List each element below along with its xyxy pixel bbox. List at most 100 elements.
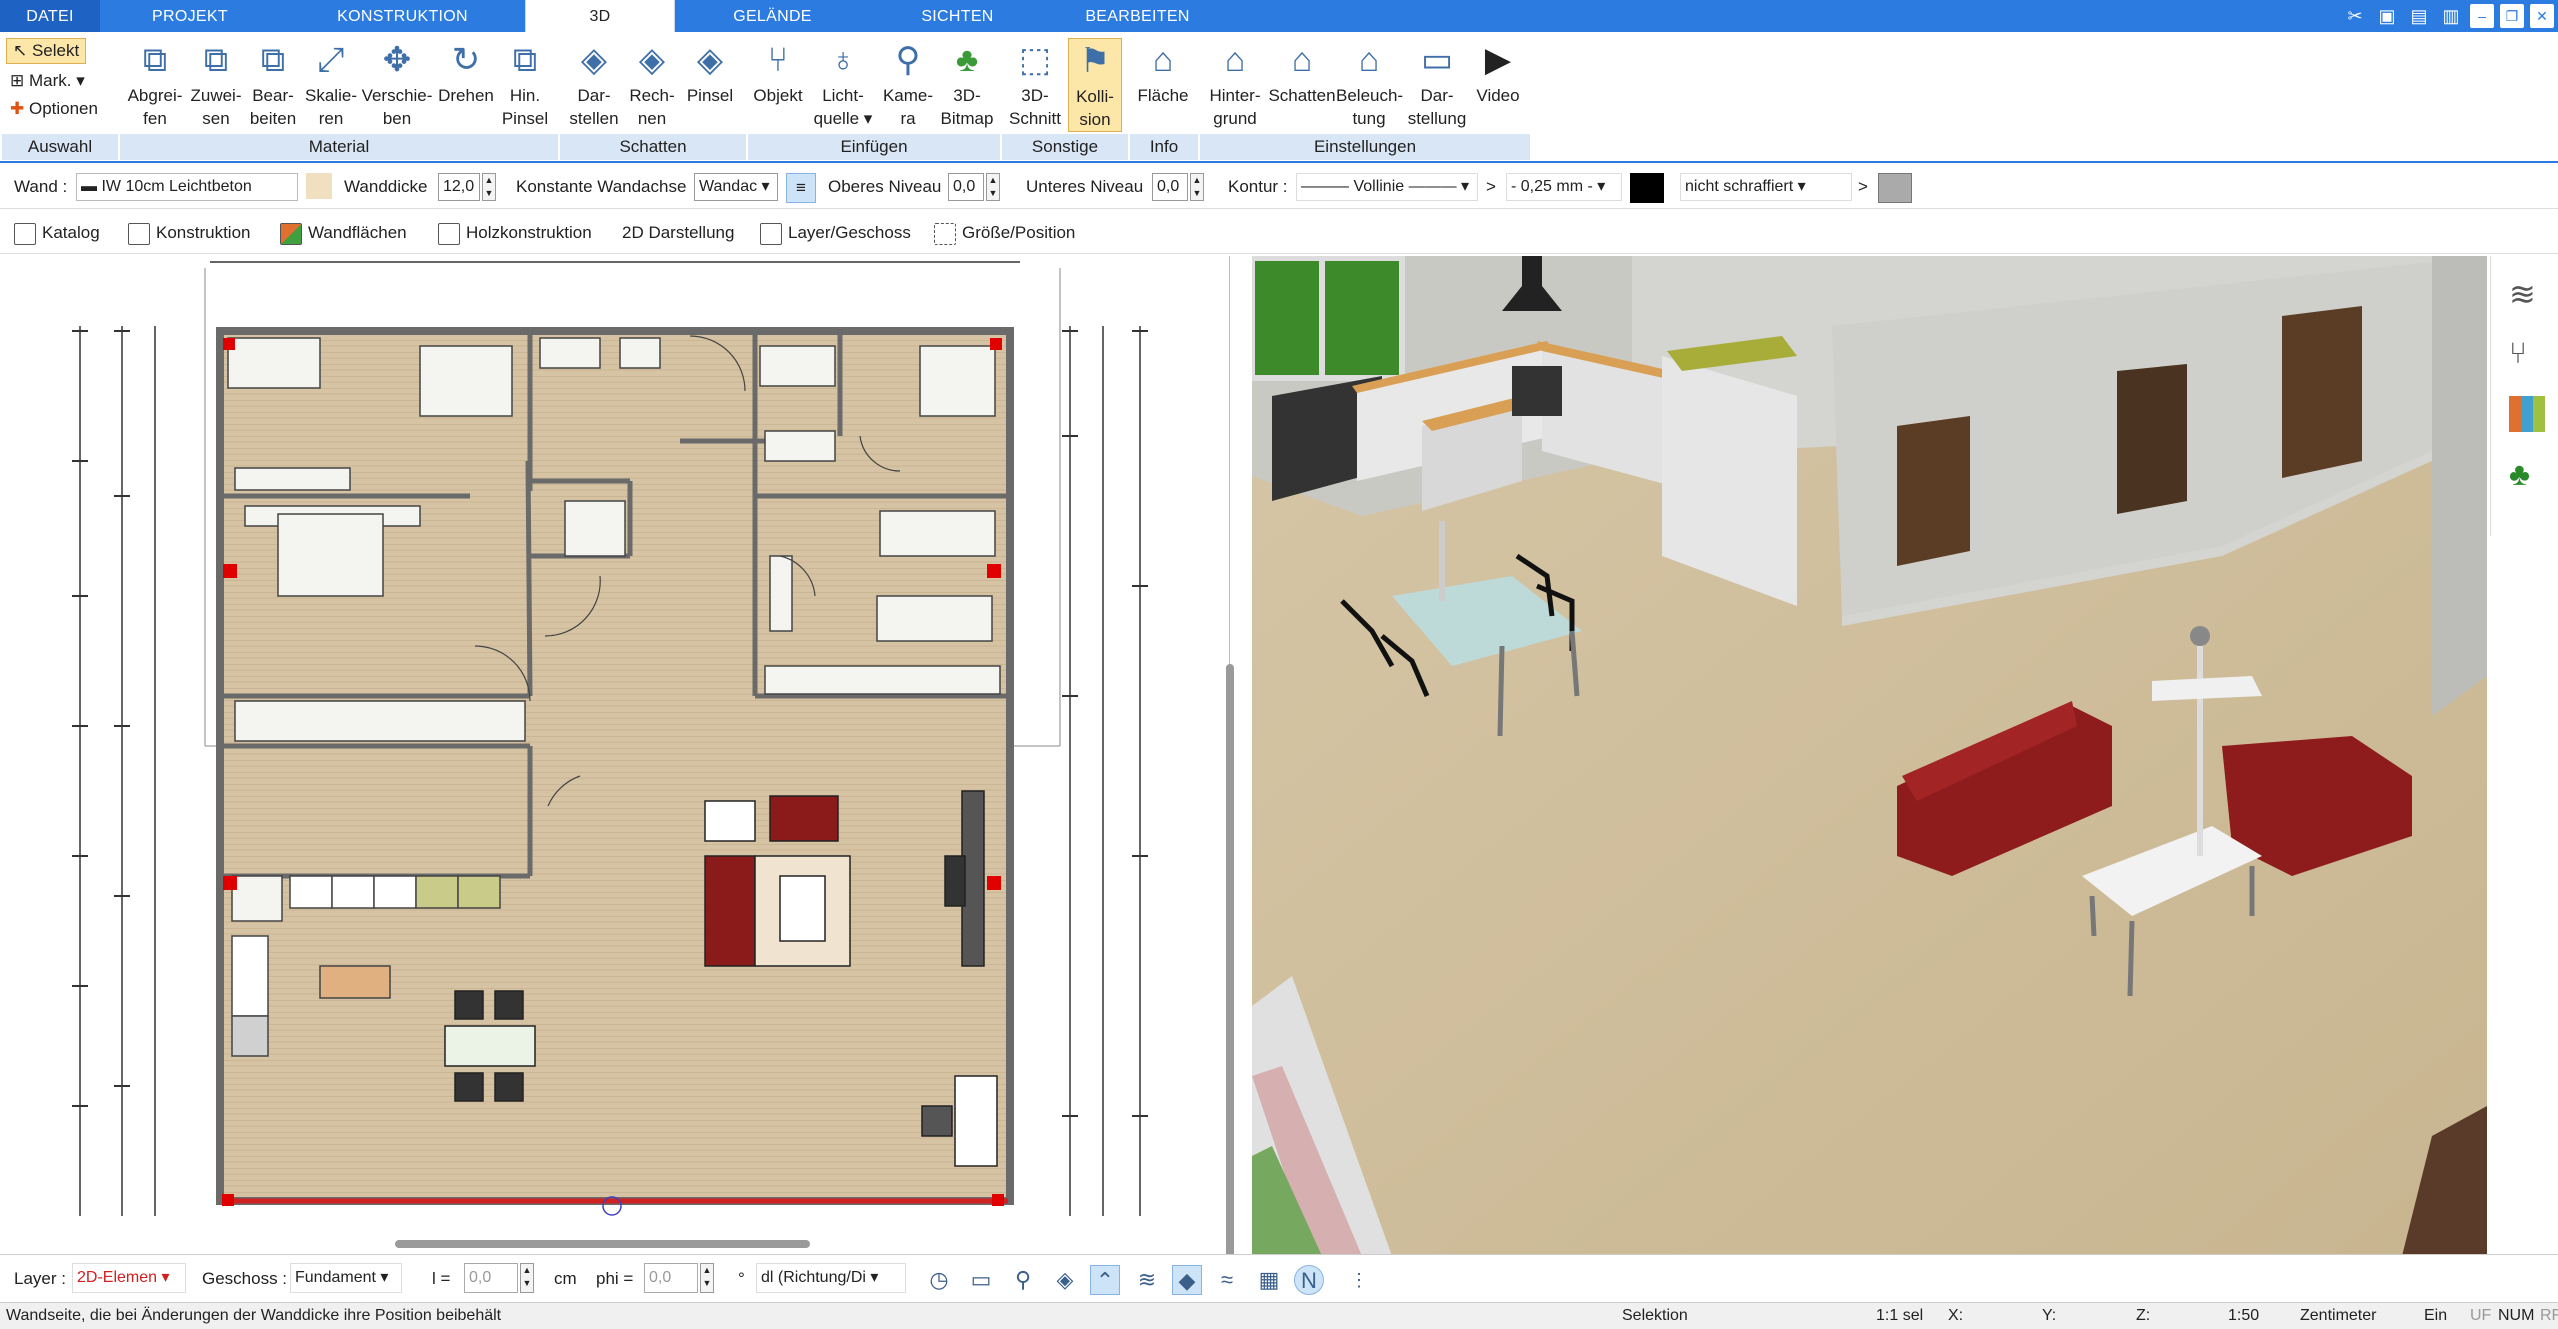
floor-plan-view[interactable]: [0, 256, 1234, 1294]
selekt-button[interactable]: ↖ Selekt: [6, 38, 86, 64]
lichtquelle-button[interactable]: ♁ Licht-quelle ▾: [806, 38, 880, 130]
tab-datei[interactable]: DATEI: [0, 0, 100, 32]
minimize-button[interactable]: –: [2470, 4, 2494, 28]
gt-arrow[interactable]: >: [1486, 177, 1496, 197]
beleuchtung-button[interactable]: ⌂ Beleuch-tung: [1336, 38, 1403, 130]
tools-icon[interactable]: ✂: [2343, 4, 2367, 28]
save-icon[interactable]: ▤: [2407, 4, 2431, 28]
bitmap-button[interactable]: ♣ 3D- Bitmap: [936, 38, 998, 130]
flaeche-button[interactable]: ⌂ Fläche: [1132, 38, 1194, 107]
darstellung-button[interactable]: ▭ Dar-stellung: [1402, 38, 1472, 130]
color-swatch[interactable]: [1630, 173, 1664, 203]
wallfaces-icon: [280, 222, 302, 245]
btn-label: Bear-: [252, 86, 294, 105]
wand-select[interactable]: ▬ IW 10cm Leichtbeton: [76, 173, 298, 201]
layer-select[interactable]: 2D-Elemen ▾: [72, 1263, 186, 1293]
abgreifen-button[interactable]: ⧉ Abgrei-fen: [122, 38, 188, 130]
kollision-button[interactable]: ⚑ Kolli-sion: [1068, 38, 1122, 132]
objekt-button[interactable]: ⑂ Objekt: [750, 38, 806, 107]
more-icon[interactable]: ⋮: [1344, 1265, 1374, 1295]
north-icon[interactable]: N: [1294, 1265, 1324, 1295]
wanddicke-stepper[interactable]: ▲ ▼: [482, 173, 496, 201]
kamera-button[interactable]: ⚲ Kame-ra: [880, 38, 936, 130]
schatten-pinsel-button[interactable]: ◈ Pinsel: [680, 38, 740, 107]
phi-input[interactable]: 0,0: [644, 1263, 698, 1293]
kontur-select[interactable]: ——— Vollinie ——— ▾: [1296, 173, 1478, 201]
camera-icon[interactable]: ⚲: [1008, 1265, 1038, 1295]
wall-axis-icon[interactable]: ≡: [786, 173, 816, 203]
l-stepper[interactable]: ▲ ▼: [520, 1263, 534, 1293]
l-input[interactable]: 0,0: [464, 1263, 518, 1293]
tab-sichten[interactable]: SICHTEN: [875, 0, 1040, 32]
optionen-button[interactable]: ✚ Optionen: [10, 96, 98, 122]
materials-icon[interactable]: [2509, 396, 2545, 432]
btn-label: Hin.: [509, 86, 541, 105]
wandflaechen-button[interactable]: Wandflächen: [280, 221, 407, 245]
layer-geschoss-button[interactable]: Layer/Geschoss: [760, 221, 911, 245]
schatten-button[interactable]: ⌂ Schatten: [1268, 38, 1336, 107]
mark-button[interactable]: ⊞ Mark. ▾: [10, 68, 85, 94]
oberes-niveau-input[interactable]: 0,0: [948, 173, 984, 201]
roof-icon[interactable]: ⌃: [1090, 1265, 1120, 1295]
2d-darstellung-button[interactable]: 2D Darstellung: [622, 221, 734, 245]
katalog-button[interactable]: Katalog: [14, 221, 100, 245]
drehen-button[interactable]: ↻ Drehen: [434, 38, 498, 107]
tab-3d[interactable]: 3D: [525, 0, 675, 34]
kontur-label: Kontur :: [1228, 177, 1288, 196]
wanddicke-input[interactable]: 12,0: [438, 173, 480, 201]
oberes-stepper[interactable]: ▲ ▼: [986, 173, 1000, 201]
konstruktion-button[interactable]: Konstruktion: [128, 221, 251, 245]
geschoss-select[interactable]: Fundament ▾: [290, 1263, 402, 1293]
hintergrund-button[interactable]: ⌂ Hinter-grund: [1202, 38, 1268, 130]
verschieben-button[interactable]: ✥ Verschie-ben: [360, 38, 434, 130]
konstruktion-label: Konstruktion: [156, 223, 251, 242]
close-button[interactable]: ✕: [2530, 4, 2554, 28]
print-icon[interactable]: ▥: [2439, 4, 2463, 28]
wandachse-select[interactable]: Wandac ▾: [694, 173, 778, 201]
book-icon: [14, 222, 36, 245]
horizontal-scrollbar[interactable]: [395, 1240, 810, 1248]
kontur-value: Vollinie: [1353, 178, 1405, 195]
unteres-stepper[interactable]: ▲ ▼: [1190, 173, 1204, 201]
linewidth-value: - 0,25 mm -: [1511, 178, 1593, 195]
groesse-position-button[interactable]: Größe/Position: [934, 221, 1075, 245]
grid-icon[interactable]: ▦: [1254, 1265, 1284, 1295]
rechnen-button[interactable]: ◈ Rech-nen: [624, 38, 680, 130]
btn-label: beiten: [249, 109, 297, 128]
holzkonstruktion-button[interactable]: Holzkonstruktion: [438, 221, 592, 245]
zuweisen-button[interactable]: ⧉ Zuwei-sen: [188, 38, 244, 130]
video-button[interactable]: ▶ Video: [1472, 38, 1524, 107]
chair-icon[interactable]: ⑂: [2509, 336, 2545, 372]
darstellen-button[interactable]: ◈ Dar-stellen: [564, 38, 624, 130]
unteres-niveau-input[interactable]: 0,0: [1152, 173, 1188, 201]
vertical-scrollbar[interactable]: [1226, 664, 1234, 1294]
hin-pinsel-button[interactable]: ⧉ Hin. Pinsel: [498, 38, 552, 130]
status-rf: RF: [2540, 1307, 2558, 1324]
monitor-icon[interactable]: ▭: [966, 1265, 996, 1295]
layers-icon[interactable]: ≋: [2509, 276, 2545, 312]
plane-icon[interactable]: ◆: [1172, 1265, 1202, 1295]
tab-konstruktion[interactable]: KONSTRUKTION: [300, 0, 505, 32]
material-icon[interactable]: [306, 173, 332, 199]
3d-view[interactable]: [1252, 256, 2487, 1256]
dl-select[interactable]: dl (Richtung/Di ▾: [756, 1263, 906, 1293]
tab-bearbeiten[interactable]: BEARBEITEN: [1050, 0, 1225, 32]
cube-icon[interactable]: ◈: [1050, 1265, 1080, 1295]
tree-icon[interactable]: ♣: [2509, 456, 2545, 492]
3d-schnitt-button[interactable]: ⬚ 3D- Schnitt: [1004, 38, 1066, 130]
phi-stepper[interactable]: ▲ ▼: [700, 1263, 714, 1293]
group-einstellungen: Einstellungen: [1200, 134, 1530, 160]
restore-button[interactable]: ❐: [2500, 4, 2524, 28]
fill-swatch[interactable]: [1878, 173, 1912, 203]
stairs-icon[interactable]: ≋: [1132, 1265, 1162, 1295]
tab-projekt[interactable]: PROJEKT: [100, 0, 280, 32]
tab-gelaende[interactable]: GELÄNDE: [690, 0, 855, 32]
clock-icon[interactable]: ◷: [924, 1265, 954, 1295]
schraffur-select[interactable]: nicht schraffiert ▾: [1680, 173, 1852, 201]
skalieren-button[interactable]: ⤢ Skalie-ren: [302, 38, 360, 130]
folder-icon[interactable]: ▣: [2375, 4, 2399, 28]
bearbeiten-button[interactable]: ⧉ Bear-beiten: [244, 38, 302, 130]
gt-arrow[interactable]: >: [1858, 177, 1868, 197]
wave-icon[interactable]: ≈: [1212, 1265, 1242, 1295]
linewidth-select[interactable]: - 0,25 mm - ▾: [1506, 173, 1622, 201]
